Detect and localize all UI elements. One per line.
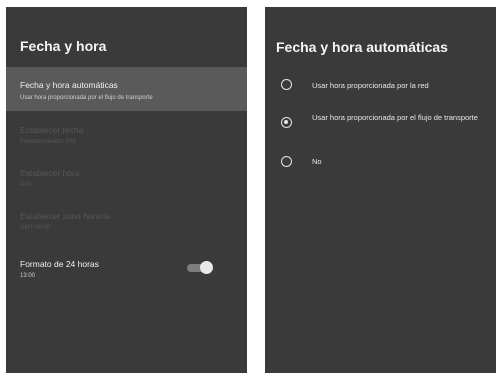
- setting-subtitle: Predeterminado: PM: [20, 139, 76, 145]
- radio-button[interactable]: [281, 156, 292, 167]
- setting-title: Fecha y hora automáticas: [20, 80, 118, 90]
- toggle-knob: [200, 261, 213, 274]
- panel-title: Fecha y hora automáticas: [276, 39, 448, 55]
- option-label: No: [312, 157, 322, 166]
- setting-set-time-zone[interactable]: Establecer zona horaria GMT-06:00: [6, 203, 247, 243]
- 24-hour-toggle[interactable]: [187, 261, 213, 275]
- setting-24-hour-format[interactable]: Formato de 24 horas 13:00: [6, 251, 247, 291]
- panel-title: Fecha y hora: [20, 38, 107, 54]
- setting-title: Establecer zona horaria: [20, 211, 110, 221]
- radio-button[interactable]: [281, 117, 292, 128]
- setting-title: Establecer fecha: [20, 125, 84, 135]
- setting-subtitle: 4:41: [20, 182, 32, 188]
- option-transport-stream-time[interactable]: Usar hora proporcionada por el flujo de …: [265, 109, 496, 141]
- automatic-date-time-panel: Fecha y hora automáticas Usar hora propo…: [265, 7, 496, 373]
- setting-subtitle: 13:00: [20, 273, 36, 279]
- option-network-time[interactable]: Usar hora proporcionada por la red: [265, 73, 496, 97]
- setting-title: Establecer hora: [20, 168, 80, 178]
- setting-subtitle: Usar hora proporcionada por el flujo de …: [20, 95, 153, 101]
- setting-automatic-date-time[interactable]: Fecha y hora automáticas Usar hora propo…: [6, 67, 247, 111]
- setting-title: Formato de 24 horas: [20, 259, 99, 269]
- radio-button[interactable]: [281, 79, 292, 90]
- setting-set-time[interactable]: Establecer hora 4:41: [6, 159, 247, 199]
- setting-set-date[interactable]: Establecer fecha Predeterminado: PM: [6, 115, 247, 155]
- option-label: Usar hora proporcionada por el flujo de …: [312, 113, 478, 122]
- setting-subtitle: GMT-06:00: [20, 225, 51, 231]
- option-off[interactable]: No: [265, 151, 496, 173]
- option-label: Usar hora proporcionada por la red: [312, 81, 429, 90]
- date-time-settings-panel: Fecha y hora Fecha y hora automáticas Us…: [6, 7, 247, 373]
